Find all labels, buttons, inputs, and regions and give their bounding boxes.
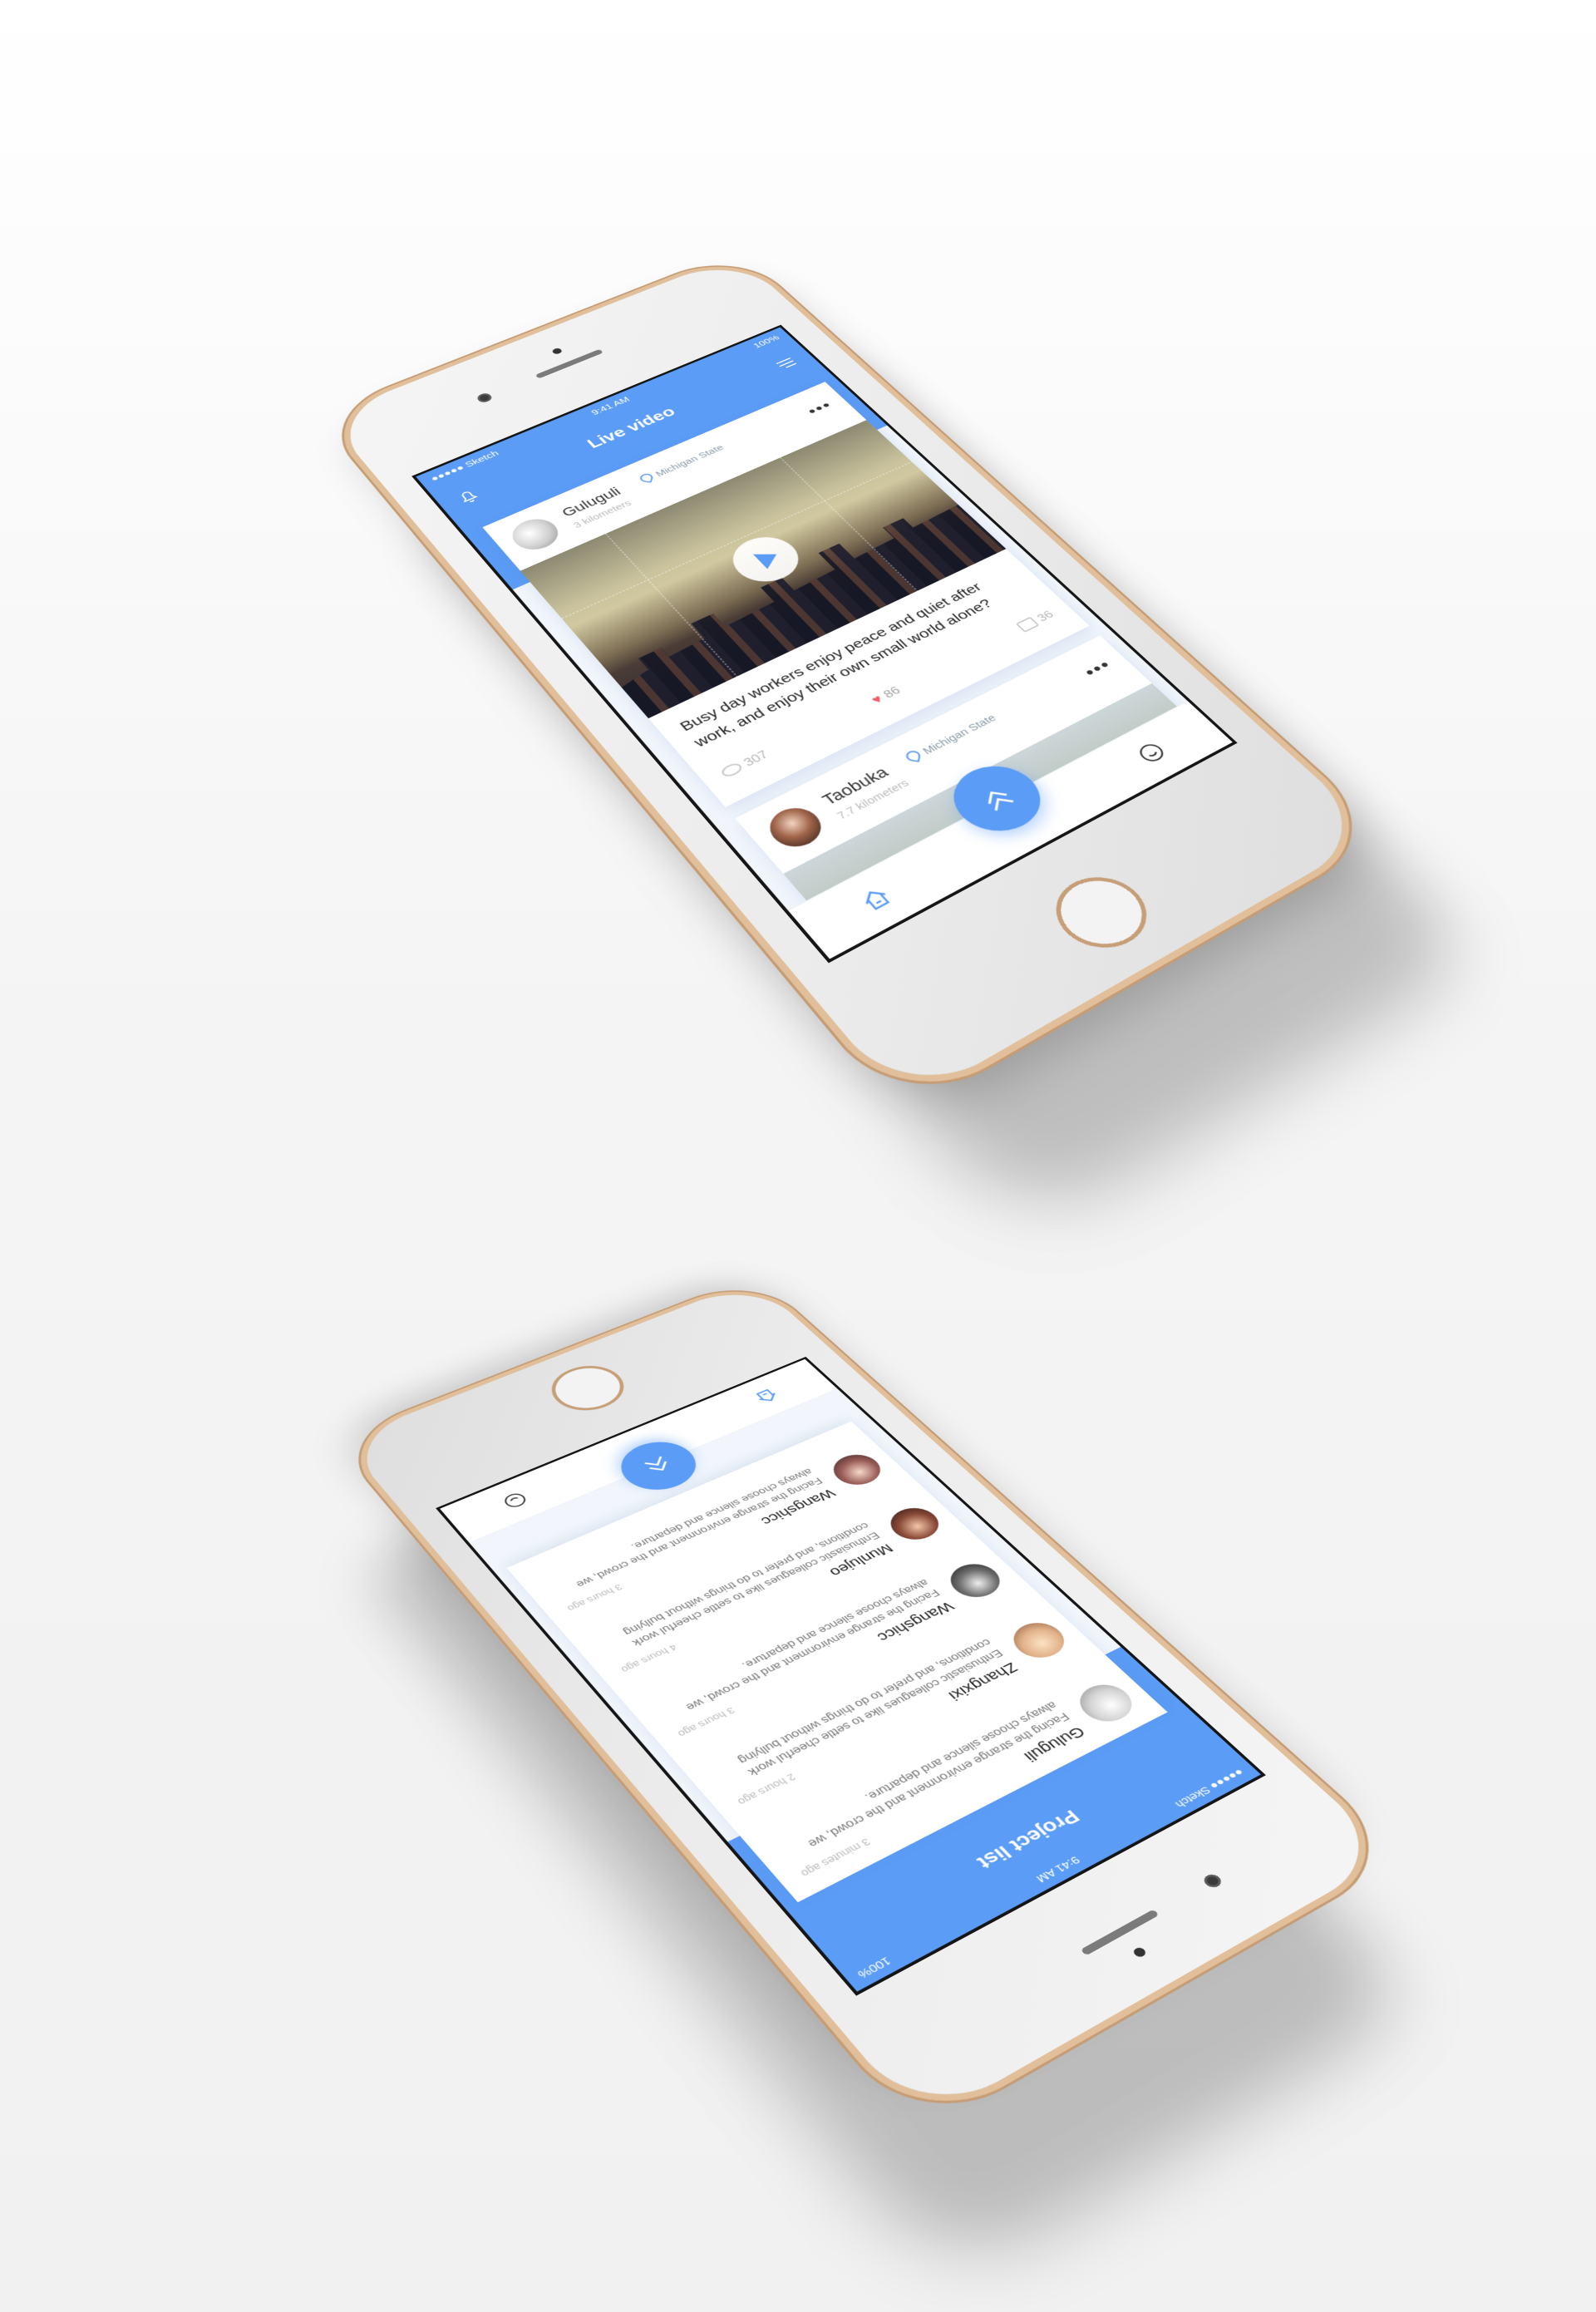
post-location-text: Michigan State [920, 712, 999, 757]
avatar[interactable] [881, 1502, 948, 1545]
status-time: 9:41 AM [844, 1761, 1256, 1986]
home-icon[interactable] [854, 882, 898, 916]
list-item-name: Guluguli [1020, 1723, 1090, 1765]
phone-scene-live-video: ●●●●● Sketch 9:41 AM 100% Live video Gul… [283, 125, 1330, 1106]
double-chevron-up-icon [937, 754, 1057, 844]
chat-icon[interactable] [497, 1488, 534, 1512]
likes-stat[interactable]: ♥86 [868, 683, 904, 707]
status-carrier: ●●●●● Sketch [1172, 1766, 1247, 1810]
list-item[interactable]: Guluguli 3 minutes ago Facing the strang… [734, 1649, 1168, 1902]
list-item-time: 3 minutes ago [799, 1836, 874, 1880]
earpiece-sensor [1131, 1946, 1147, 1959]
location-pin-icon [639, 473, 654, 483]
scroll-top-button[interactable] [937, 754, 1057, 844]
post-header: Taobuka 7.7 kilometers Michigan State ••… [735, 635, 1151, 874]
earpiece-sensor [551, 348, 564, 355]
phone-screen: ●●●●● Sketch 9:41 AM 100% Live video Gul… [411, 325, 1238, 964]
comments-count: 36 [1034, 609, 1057, 624]
post-location: Michigan State [904, 712, 999, 765]
avatar[interactable] [941, 1558, 1009, 1604]
play-icon [753, 547, 784, 569]
home-icon[interactable] [749, 1385, 784, 1407]
post-distance: 7.7 kilometers [835, 777, 912, 822]
status-battery: 100% [855, 1955, 894, 1981]
avatar[interactable] [505, 514, 566, 556]
status-bar: ●●●●● Sketch 9:41 AM 100% [840, 1757, 1260, 1992]
views-count: 307 [741, 748, 771, 769]
phone-screen: ●●●●● Sketch 9:41 AM 100% Project list G… [436, 1357, 1266, 1996]
avatar[interactable] [1003, 1616, 1074, 1664]
more-options-icon[interactable]: ••• [803, 397, 837, 419]
post-author[interactable]: Taobuka [818, 764, 892, 809]
front-camera [1201, 1872, 1224, 1890]
list-item-name: Zhangxixi [944, 1659, 1022, 1703]
post-stats: 307 ♥86 36 [697, 597, 1079, 796]
earpiece-speaker [535, 349, 603, 379]
chat-icon[interactable] [1130, 737, 1173, 768]
heart-icon: ♥ [868, 693, 886, 707]
nav-bar: Project list [793, 1711, 1243, 1971]
eye-icon [719, 762, 745, 779]
list-item-time: 2 hours ago [736, 1772, 798, 1807]
comments-stat[interactable]: 36 [1016, 609, 1057, 633]
list-item-time: 4 hours ago [619, 1643, 680, 1674]
avatar[interactable] [1070, 1678, 1142, 1728]
video-thumbnail[interactable] [783, 683, 1238, 964]
page-title: Project list [812, 1730, 1230, 1958]
home-button[interactable] [1038, 864, 1165, 961]
views-stat: 307 [718, 748, 771, 781]
avatar[interactable] [825, 1449, 889, 1491]
phone-scene-project-list: ●●●●● Sketch 9:41 AM 100% Project list G… [249, 1156, 1396, 2153]
list-item-text: Enthusiastic colleagues like to settle c… [716, 1635, 1006, 1787]
home-button[interactable] [539, 1358, 637, 1419]
play-button[interactable] [721, 529, 811, 590]
top-band [0, 0, 1596, 28]
post-card[interactable]: Taobuka 7.7 kilometers Michigan State ••… [735, 635, 1237, 963]
comment-icon [1016, 617, 1040, 633]
earpiece-speaker [1080, 1909, 1159, 1955]
location-pin-icon [905, 750, 922, 762]
list-item-time: 3 hours ago [676, 1705, 737, 1739]
list-item-text: Facing the strange environment and the c… [777, 1698, 1072, 1858]
avatar[interactable] [761, 801, 831, 854]
list-header-background [727, 1647, 1191, 1917]
more-options-icon[interactable]: ••• [1078, 655, 1117, 682]
front-camera [475, 392, 494, 403]
grid-guide [605, 534, 739, 678]
likes-count: 86 [880, 684, 903, 701]
tab-bar [788, 701, 1233, 959]
